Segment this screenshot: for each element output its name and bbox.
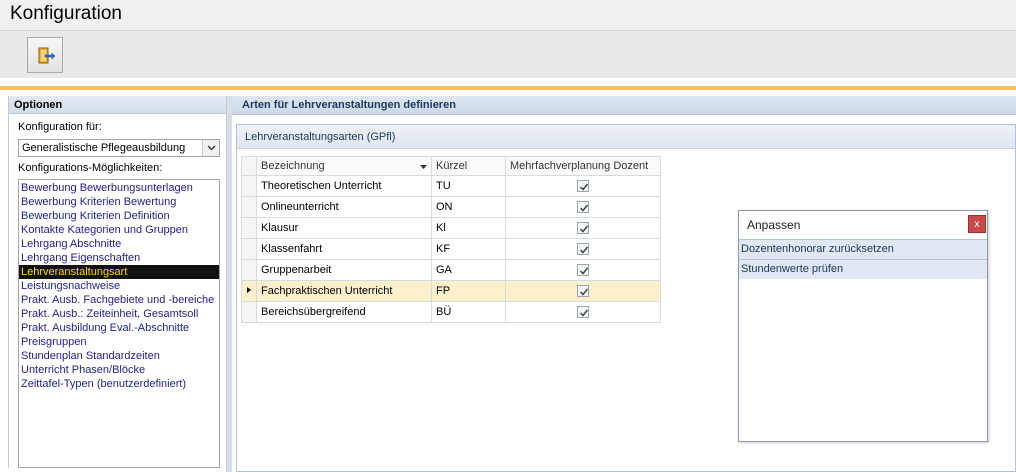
- customize-popup: Anpassen x Dozentenhonorar zurücksetzen …: [738, 210, 988, 442]
- option-item[interactable]: Kontakte Kategorien und Gruppen: [19, 223, 219, 237]
- checkbox-checked[interactable]: [577, 243, 589, 256]
- chevron-down-icon: [207, 145, 216, 151]
- option-item[interactable]: Preisgruppen: [19, 335, 219, 349]
- checkbox-checked[interactable]: [577, 264, 589, 277]
- cell-code[interactable]: GA: [431, 259, 506, 281]
- cell-code[interactable]: FP: [431, 280, 506, 302]
- option-item-selected[interactable]: Lehrveranstaltungsart: [19, 265, 219, 279]
- table-row[interactable]: Bereichsübergreifend BÜ: [241, 301, 661, 323]
- column-header-kuerzel[interactable]: Kürzel: [431, 156, 506, 176]
- options-label: Konfigurations-Möglichkeiten:: [18, 162, 163, 174]
- exit-door-icon: [38, 47, 55, 64]
- checkmark-icon: [579, 225, 589, 233]
- checkbox-checked[interactable]: [577, 285, 589, 298]
- title-bar: Konfiguration: [0, 0, 1016, 30]
- options-header: Optionen: [9, 96, 226, 114]
- row-indicator: [241, 301, 257, 323]
- cell-multi[interactable]: [505, 280, 661, 302]
- checkbox-checked[interactable]: [577, 201, 589, 214]
- table-header-row: Bezeichnung Kürzel Mehrfachverplanung Do…: [241, 156, 661, 176]
- popup-title: Anpassen: [747, 218, 801, 232]
- cell-multi[interactable]: [505, 196, 661, 218]
- cell-name[interactable]: Fachpraktischen Unterricht: [256, 280, 432, 302]
- cell-code[interactable]: BÜ: [431, 301, 506, 323]
- config-for-select[interactable]: Generalistische Pflegeausbildung: [18, 139, 220, 157]
- cell-code[interactable]: TU: [431, 175, 506, 197]
- accent-line: [0, 86, 1016, 90]
- column-header-label: Bezeichnung: [261, 160, 325, 172]
- option-item[interactable]: Stundenplan Standardzeiten: [19, 349, 219, 363]
- cell-name[interactable]: Klassenfahrt: [256, 238, 432, 260]
- checkmark-icon: [579, 267, 589, 275]
- option-item[interactable]: Bewerbung Kriterien Definition: [19, 209, 219, 223]
- dropdown-button[interactable]: [202, 140, 219, 156]
- types-table: Bezeichnung Kürzel Mehrfachverplanung Do…: [241, 156, 661, 323]
- table-row[interactable]: Theoretischen Unterricht TU: [241, 175, 661, 197]
- table-row[interactable]: Gruppenarbeit GA: [241, 259, 661, 281]
- checkmark-icon: [579, 288, 589, 296]
- current-row-arrow-icon: [247, 286, 251, 293]
- cell-multi[interactable]: [505, 175, 661, 197]
- sort-down-icon: [420, 165, 427, 169]
- option-item[interactable]: Prakt. Ausbildung Eval.-Abschnitte: [19, 321, 219, 335]
- column-header-mehrfach[interactable]: Mehrfachverplanung Dozent: [505, 156, 661, 176]
- cell-code[interactable]: KF: [431, 238, 506, 260]
- checkmark-icon: [579, 309, 589, 317]
- toolbar: [0, 30, 1016, 78]
- option-item[interactable]: Lehrgang Abschnitte: [19, 237, 219, 251]
- option-item[interactable]: Unterricht Phasen/Blöcke: [19, 363, 219, 377]
- options-pane: Optionen Konfiguration für: Generalistis…: [8, 96, 226, 468]
- checkmark-icon: [579, 246, 589, 254]
- checkbox-checked[interactable]: [577, 222, 589, 235]
- cell-name[interactable]: Gruppenarbeit: [256, 259, 432, 281]
- config-for-label: Konfiguration für:: [18, 121, 102, 133]
- checkmark-icon: [579, 183, 589, 191]
- group-title: Lehrveranstaltungsarten (GPfl): [237, 125, 1015, 149]
- table-row[interactable]: Onlineunterricht ON: [241, 196, 661, 218]
- main-header: Arten für Lehrveranstaltungen definieren: [232, 96, 1016, 115]
- checkmark-icon: [579, 204, 589, 212]
- cell-name[interactable]: Bereichsübergreifend: [256, 301, 432, 323]
- window-title: Konfiguration: [10, 3, 122, 24]
- cell-multi[interactable]: [505, 238, 661, 260]
- row-indicator: [241, 175, 257, 197]
- table-row-current[interactable]: Fachpraktischen Unterricht FP: [241, 280, 661, 302]
- cell-name[interactable]: Theoretischen Unterricht: [256, 175, 432, 197]
- close-button[interactable]: x: [968, 215, 986, 233]
- options-list: Bewerbung Bewerbungsunterlagen Bewerbung…: [18, 179, 220, 468]
- row-indicator: [241, 196, 257, 218]
- option-item[interactable]: Bewerbung Kriterien Bewertung: [19, 195, 219, 209]
- cell-code[interactable]: ON: [431, 196, 506, 218]
- row-indicator: [241, 259, 257, 281]
- option-item[interactable]: Prakt. Ausb.: Zeiteinheit, Gesamtsoll: [19, 307, 219, 321]
- config-for-value: Generalistische Pflegeausbildung: [22, 142, 186, 154]
- option-item[interactable]: Prakt. Ausb. Fachgebiete und -bereiche: [19, 293, 219, 307]
- option-item[interactable]: Bewerbung Bewerbungsunterlagen: [19, 181, 219, 195]
- checkbox-checked[interactable]: [577, 306, 589, 319]
- cell-multi[interactable]: [505, 217, 661, 239]
- option-item[interactable]: Zeittafel-Typen (benutzerdefiniert): [19, 377, 219, 391]
- check-hours-button[interactable]: Stundenwerte prüfen: [739, 259, 987, 279]
- table-row[interactable]: Klassenfahrt KF: [241, 238, 661, 260]
- cell-multi[interactable]: [505, 259, 661, 281]
- table-row[interactable]: Klausur Kl: [241, 217, 661, 239]
- checkbox-checked[interactable]: [577, 180, 589, 193]
- cell-multi[interactable]: [505, 301, 661, 323]
- cell-name[interactable]: Klausur: [256, 217, 432, 239]
- option-item[interactable]: Lehrgang Eigenschaften: [19, 251, 219, 265]
- row-indicator: [241, 217, 257, 239]
- reset-fee-button[interactable]: Dozentenhonorar zurücksetzen: [739, 239, 987, 259]
- row-indicator-header: [241, 156, 257, 176]
- cell-name[interactable]: Onlineunterricht: [256, 196, 432, 218]
- row-indicator: [241, 238, 257, 260]
- row-indicator: [241, 280, 257, 302]
- cell-code[interactable]: Kl: [431, 217, 506, 239]
- column-header-bezeichnung[interactable]: Bezeichnung: [256, 156, 432, 176]
- exit-button[interactable]: [27, 37, 63, 73]
- option-item[interactable]: Leistungsnachweise: [19, 279, 219, 293]
